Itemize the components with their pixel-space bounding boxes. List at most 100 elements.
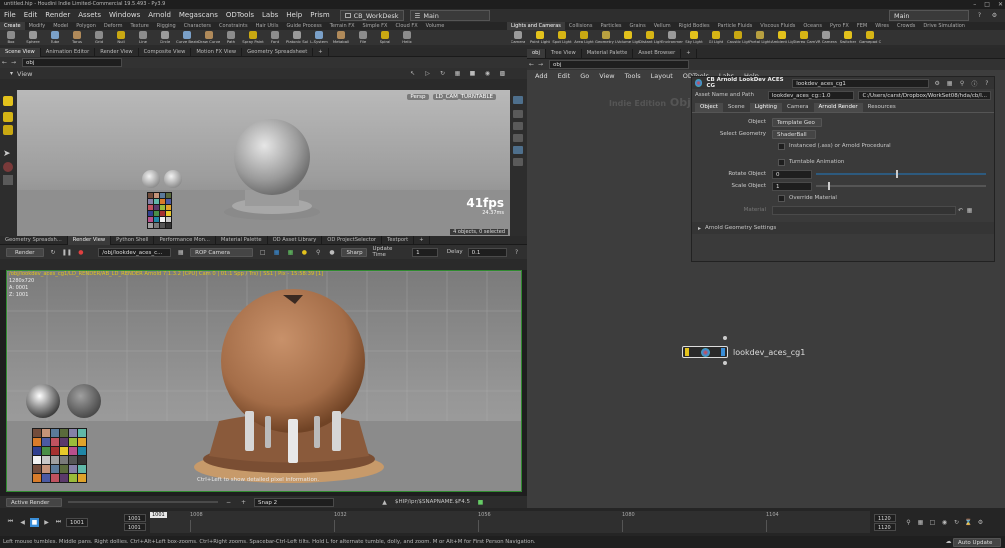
shelf-right-tool-switcher[interactable]: Switcher xyxy=(837,30,859,44)
camera-lock-icon[interactable]: ◉ xyxy=(483,69,492,78)
render-tab-5[interactable]: OD Asset Library xyxy=(268,235,323,245)
display-options-icon[interactable] xyxy=(513,96,523,104)
param-gear-icon[interactable]: ⚙ xyxy=(933,79,941,88)
shelf-left-tool-circle[interactable]: Circle xyxy=(154,30,176,44)
render-tab-1[interactable]: Render View xyxy=(67,235,112,245)
shelf-right-tool-point-light[interactable]: Point Light xyxy=(529,30,551,44)
render-image[interactable]: /obj/lookdev_aces_cg1/LD_RENDER/AB_LD_RE… xyxy=(6,270,522,492)
rotate-field[interactable]: 0 xyxy=(772,169,812,179)
shelf-left-tool-tube[interactable]: Tube xyxy=(44,30,66,44)
shelf-right-tab-13[interactable]: Drive Simulation xyxy=(919,22,969,30)
shelf-right-tab-6[interactable]: Particle Fluids xyxy=(714,22,757,30)
param-help-icon[interactable]: ? xyxy=(983,79,991,88)
view-menu-icon[interactable]: ▾ xyxy=(10,70,13,77)
save-path[interactable]: $HIP/ipr/$SNAPNAME.$F4.5 xyxy=(395,499,470,505)
param-grid-icon[interactable]: ▦ xyxy=(945,79,953,88)
param-tab-resources[interactable]: Resources xyxy=(863,103,901,112)
network-menu-add[interactable]: Add xyxy=(535,72,548,80)
shelf-left-tool-file[interactable]: File xyxy=(352,30,374,44)
network-add-tab-icon[interactable]: + xyxy=(681,48,697,58)
maximize-icon[interactable]: □ xyxy=(984,0,990,9)
light-icon[interactable] xyxy=(513,158,523,166)
viewport-3d[interactable]: Persp LD_CAM_TURNTABLE 41fps 24.37ms 4 o… xyxy=(17,90,510,236)
scene-tab-3[interactable]: Composite View xyxy=(139,47,192,57)
scene-tab-0[interactable]: Scene View xyxy=(0,47,41,57)
menu-item-edit[interactable]: Edit xyxy=(20,9,42,22)
shelf-right-tab-5[interactable]: Rigid Bodies xyxy=(675,22,714,30)
camera-badge[interactable]: LD_CAM_TURNTABLE xyxy=(432,94,496,100)
visibility-icon[interactable] xyxy=(513,134,523,142)
shelf-right-tab-7[interactable]: Viscous Fluids xyxy=(756,22,799,30)
shelf-left-tool-spray-paint[interactable]: Spray Paint xyxy=(242,30,264,44)
stop-icon[interactable]: ● xyxy=(76,248,85,257)
menu-item-labs[interactable]: Labs xyxy=(258,9,282,22)
ghost-icon[interactable] xyxy=(513,122,523,130)
grid-icon[interactable]: ▦ xyxy=(453,69,462,78)
channel-icon[interactable]: □ xyxy=(928,518,937,527)
display-icon[interactable]: ▩ xyxy=(498,69,507,78)
bulb-icon[interactable]: ● xyxy=(300,248,309,257)
network-tab-2[interactable]: Material Palette xyxy=(582,48,634,58)
node-body[interactable] xyxy=(682,346,728,358)
snapshot-slider[interactable] xyxy=(68,501,218,503)
shelf-right-tool-stereo-camera[interactable]: Stereo Camera xyxy=(793,30,815,44)
node-chooser-icon[interactable]: ▦ xyxy=(176,248,185,257)
shading-icon[interactable]: ■ xyxy=(468,69,477,78)
shelf-left-tab-0[interactable]: Create xyxy=(0,22,25,30)
shelf-left-tab-7[interactable]: Characters xyxy=(180,22,215,30)
network-menu-layout[interactable]: Layout xyxy=(651,72,673,80)
scene-tab-1[interactable]: Animation Editor xyxy=(41,47,96,57)
shelf-right-tool-volume-light[interactable]: Volume Light xyxy=(617,30,639,44)
sphere-icon[interactable]: ● xyxy=(328,248,337,257)
shelf-right-tool-sky-light[interactable]: Sky Light xyxy=(683,30,705,44)
region-icon[interactable]: □ xyxy=(258,248,267,257)
network-menu-edit[interactable]: Edit xyxy=(558,72,571,80)
node-output-connector[interactable] xyxy=(723,361,727,365)
shelf-right-tab-8[interactable]: Oceans xyxy=(799,22,826,30)
param-tab-camera[interactable]: Camera xyxy=(782,103,814,112)
auto-update-select[interactable]: Auto Update xyxy=(953,537,1001,547)
camera-select[interactable]: ROP Camera xyxy=(190,247,254,257)
shelf-right-tab-11[interactable]: Wires xyxy=(871,22,893,30)
back-icon[interactable]: ← xyxy=(0,58,9,67)
timeline-settings-icon[interactable]: ⚙ xyxy=(976,518,985,527)
shelf-left-tool-font[interactable]: Font xyxy=(264,30,286,44)
param-info-icon[interactable]: ⓘ xyxy=(970,79,978,88)
render-add-tab-icon[interactable]: + xyxy=(414,235,430,245)
render-region-icon[interactable]: ▦ xyxy=(286,248,295,257)
shelf-left-tab-3[interactable]: Polygon xyxy=(72,22,100,30)
audio-icon[interactable]: ◉ xyxy=(940,518,949,527)
override-checkbox[interactable] xyxy=(778,194,785,202)
save-snapshot-icon[interactable]: ■ xyxy=(476,498,485,507)
select-geo-select[interactable]: ShaderBall xyxy=(772,129,816,139)
menu-item-file[interactable]: File xyxy=(0,9,20,22)
shelf-left-tool-curve-bezier[interactable]: Curve Bezier xyxy=(176,30,198,44)
scene-tab-4[interactable]: Motion FX View xyxy=(191,47,243,57)
shelf-right-tool-environment-light[interactable]: Environment Light xyxy=(661,30,683,44)
shelf-right-tool-gamepad-camera[interactable]: Gamepad Camera xyxy=(859,30,881,44)
scene-path-field[interactable]: obj xyxy=(22,58,122,67)
view-tool-icon[interactable] xyxy=(3,175,13,185)
shelf-right-tool-caustic-light[interactable]: Caustic Light xyxy=(727,30,749,44)
jump-start-icon[interactable]: ⏮ xyxy=(6,518,15,527)
range-start-field[interactable]: 1001 xyxy=(124,513,146,522)
network-menu-go[interactable]: Go xyxy=(580,72,589,80)
node-display-flag[interactable] xyxy=(685,348,689,356)
scale-field[interactable]: 1 xyxy=(772,181,812,191)
param-search-icon[interactable]: ⚲ xyxy=(958,79,966,88)
scene-tab-2[interactable]: Render View xyxy=(95,47,139,57)
shelf-left-tab-12[interactable]: Simple FX xyxy=(359,22,392,30)
shelf-left-tab-13[interactable]: Cloud FX xyxy=(391,22,421,30)
snap-field[interactable]: Snap 2 xyxy=(254,497,334,507)
lock-camera-icon[interactable] xyxy=(513,110,523,118)
current-frame-field[interactable]: 1001 xyxy=(66,517,88,527)
menu-item-assets[interactable]: Assets xyxy=(74,9,105,22)
network-tab-1[interactable]: Tree View xyxy=(546,48,582,58)
node-render-flag[interactable] xyxy=(721,348,725,356)
shelf-right-tool-camera[interactable]: Camera xyxy=(507,30,529,44)
menu-item-odtools[interactable]: ODTools xyxy=(222,9,258,22)
network-tab-3[interactable]: Asset Browser xyxy=(633,48,682,58)
shelf-left-tool-metaball[interactable]: Metaball xyxy=(330,30,352,44)
net-back-icon[interactable]: ← xyxy=(527,60,536,69)
jump-end-icon[interactable]: ⏭ xyxy=(54,518,63,527)
